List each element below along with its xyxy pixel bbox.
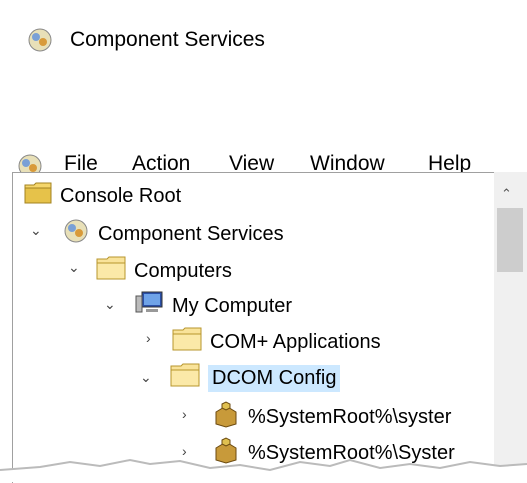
tree-node-component-services[interactable]: Component Services [62, 218, 284, 250]
tree-node-com-applications[interactable]: COM+ Applications [172, 326, 381, 358]
folder-icon [172, 326, 202, 358]
component-services-icon [26, 26, 54, 59]
folder-icon [24, 181, 52, 211]
computer-icon [134, 290, 164, 322]
component-services-icon [62, 218, 90, 250]
tree-label: %SystemRoot%\syster [248, 405, 452, 428]
tree-node-console-root[interactable]: Console Root [24, 181, 181, 211]
tree-node-dcom-config[interactable]: DCOM Config [170, 362, 341, 394]
title-bar: Component Services [0, 0, 527, 72]
tree-node-dcom-app[interactable]: %SystemRoot%\syster [212, 400, 451, 434]
tree-label: COM+ Applications [210, 330, 381, 353]
menu-bar: File Action View Window Help [0, 72, 527, 178]
expand-chevron-icon[interactable]: › [182, 406, 187, 422]
tree-label: Console Root [60, 184, 182, 207]
folder-icon [96, 255, 126, 287]
tree-label: Computers [134, 259, 232, 282]
collapse-chevron-icon[interactable]: ⌄ [104, 296, 116, 313]
package-icon [212, 400, 240, 434]
folder-icon [170, 362, 200, 394]
torn-edge [0, 458, 527, 482]
tree-node-computers[interactable]: Computers [96, 255, 232, 287]
expand-chevron-icon[interactable]: › [146, 330, 151, 346]
scroll-up-arrow-icon[interactable]: ⌃ [501, 186, 512, 202]
window-title: Component Services [70, 28, 265, 51]
scroll-thumb[interactable] [497, 208, 523, 272]
toolbar: ? [0, 118, 527, 278]
tree-label: DCOM Config [208, 364, 341, 392]
tree-label: Component Services [98, 222, 284, 245]
collapse-chevron-icon[interactable]: ⌄ [30, 222, 42, 239]
tree-label: My Computer [172, 294, 293, 317]
collapse-chevron-icon[interactable]: ⌄ [140, 369, 152, 386]
collapse-chevron-icon[interactable]: ⌄ [68, 259, 80, 276]
tree-node-my-computer[interactable]: My Computer [134, 290, 292, 322]
